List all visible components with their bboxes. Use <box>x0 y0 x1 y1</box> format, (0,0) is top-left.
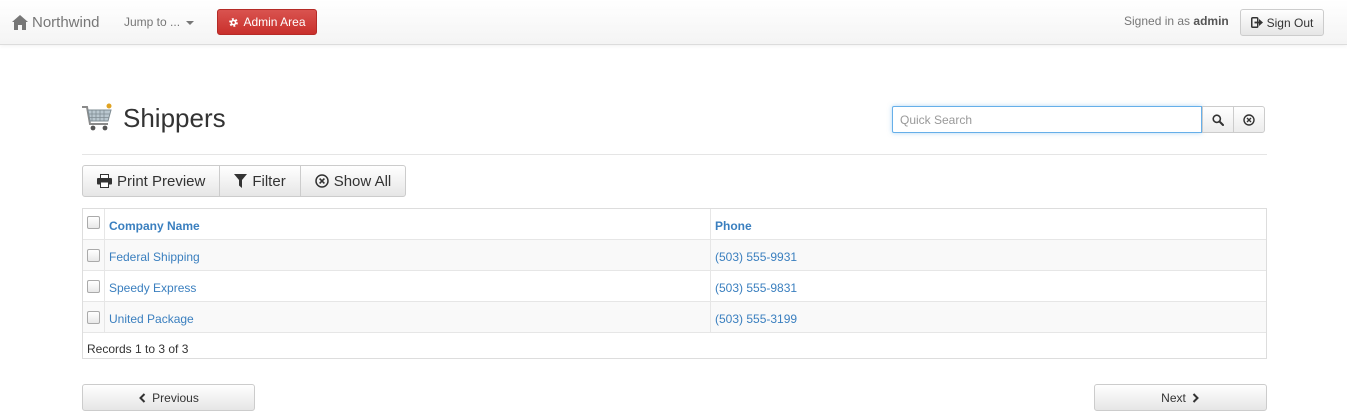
phone-link[interactable]: (503) 555-3199 <box>715 312 797 326</box>
sign-out-label: Sign Out <box>1266 15 1314 30</box>
next-page-button[interactable]: Next <box>1094 384 1267 411</box>
grid-toolbar: Print Preview Filter Show All <box>82 165 407 197</box>
row-select-cell <box>83 271 105 301</box>
jump-to-dropdown[interactable]: Jump to ... <box>124 14 195 30</box>
gear-icon <box>228 17 239 28</box>
print-preview-label: Print Preview <box>117 172 206 190</box>
phone-link[interactable]: (503) 555-9831 <box>715 281 797 295</box>
company-name-cell: United Package <box>105 302 711 332</box>
top-navbar: Northwind Jump to ... Admin Area Signed … <box>0 0 1347 45</box>
next-label: Next <box>1161 390 1186 405</box>
caret-down-icon <box>186 21 195 25</box>
chevron-left-icon <box>138 392 146 403</box>
clear-search-button[interactable] <box>1233 106 1265 133</box>
select-all-cell <box>83 209 105 239</box>
search-button[interactable] <box>1202 106 1234 133</box>
admin-area-button[interactable]: Admin Area <box>217 9 317 35</box>
company-name-cell: Speedy Express <box>105 271 711 301</box>
phone-header-cell: Phone <box>711 209 1266 239</box>
table-header-row: Company Name Phone <box>83 209 1266 240</box>
company-name-cell: Federal Shipping <box>105 240 711 270</box>
search-icon <box>1212 113 1224 126</box>
phone-link[interactable]: (503) 555-9931 <box>715 250 797 264</box>
company-name-link[interactable]: United Package <box>109 312 194 326</box>
signed-in-username: admin <box>1193 14 1229 28</box>
header-divider <box>82 154 1267 155</box>
previous-page-button[interactable]: Previous <box>82 384 255 411</box>
select-all-checkbox[interactable] <box>87 216 100 229</box>
phone-sort-link[interactable]: Phone <box>715 219 752 233</box>
company-name-header-cell: Company Name <box>105 209 711 239</box>
phone-cell: (503) 555-3199 <box>711 302 1266 332</box>
sign-out-button[interactable]: Sign Out <box>1240 9 1324 36</box>
show-all-label: Show All <box>333 172 392 190</box>
page-header: Shippers <box>81 101 226 135</box>
sign-out-icon <box>1250 17 1263 28</box>
clear-circle-icon <box>1243 113 1255 126</box>
jump-to-label: Jump to ... <box>124 15 181 29</box>
phone-cell: (503) 555-9931 <box>711 240 1266 270</box>
brand-label: Northwind <box>32 13 100 31</box>
row-select-cell <box>83 302 105 332</box>
previous-label: Previous <box>152 390 199 405</box>
row-select-checkbox[interactable] <box>87 311 100 324</box>
table-row: United Package (503) 555-3199 <box>83 302 1266 333</box>
print-icon <box>97 174 112 188</box>
phone-cell: (503) 555-9831 <box>711 271 1266 301</box>
quick-search-input[interactable] <box>892 106 1202 133</box>
remove-circle-icon <box>314 174 329 188</box>
shippers-table: Company Name Phone Federal Shipping (503… <box>82 208 1267 359</box>
signed-in-prefix: Signed in as <box>1124 14 1191 28</box>
table-row: Speedy Express (503) 555-9831 <box>83 271 1266 302</box>
page-title: Shippers <box>123 102 226 133</box>
show-all-button[interactable]: Show All <box>299 165 407 197</box>
chevron-right-icon <box>1192 392 1200 403</box>
company-name-link[interactable]: Federal Shipping <box>109 250 200 264</box>
company-name-sort-link[interactable]: Company Name <box>109 219 200 233</box>
admin-area-label: Admin Area <box>243 15 306 29</box>
row-select-cell <box>83 240 105 270</box>
filter-label: Filter <box>252 172 286 190</box>
filter-button[interactable]: Filter <box>219 165 301 197</box>
records-count: Records 1 to 3 of 3 <box>87 342 189 356</box>
company-name-link[interactable]: Speedy Express <box>109 281 196 295</box>
shopping-cart-icon <box>81 102 113 134</box>
brand-link[interactable]: Northwind <box>12 12 100 32</box>
filter-icon <box>234 174 248 188</box>
row-select-checkbox[interactable] <box>87 280 100 293</box>
print-preview-button[interactable]: Print Preview <box>82 165 221 197</box>
row-select-checkbox[interactable] <box>87 249 100 262</box>
signed-in-status: Signed in as admin <box>1124 14 1229 28</box>
table-row: Federal Shipping (503) 555-9931 <box>83 240 1266 271</box>
home-icon <box>12 14 28 30</box>
